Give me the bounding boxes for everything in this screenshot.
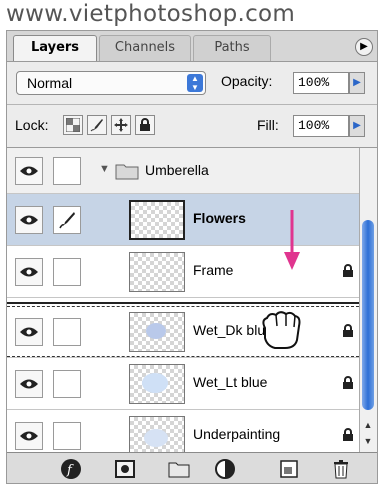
lock-transparent-button[interactable]	[63, 115, 83, 135]
adjustment-layer-icon	[215, 459, 235, 479]
drag-direction-arrow-icon	[284, 210, 300, 270]
opacity-label: Opacity:	[221, 73, 273, 89]
drag-outline-bottom	[7, 356, 359, 357]
layer-style-icon: f	[61, 459, 81, 479]
eye-icon	[20, 267, 38, 277]
lock-row: Lock: Fill: 100% ▶	[7, 105, 377, 148]
visibility-toggle[interactable]	[15, 422, 43, 450]
new-group-button[interactable]	[165, 457, 193, 481]
padlock-icon	[343, 376, 353, 389]
layer-style-button[interactable]: f	[57, 457, 85, 481]
folder-icon	[115, 164, 139, 180]
blend-row: Normal ▲ ▼ Opacity: 100% ▶	[7, 62, 377, 105]
select-arrows-icon: ▲ ▼	[187, 74, 203, 92]
move-icon	[114, 118, 128, 132]
padlock-icon	[343, 324, 353, 337]
new-layer-icon	[280, 460, 298, 478]
lock-image-button[interactable]	[87, 115, 107, 135]
layer-thumbnail	[129, 416, 185, 452]
grab-hand-cursor-icon	[262, 311, 301, 349]
drag-outline-top	[7, 306, 359, 307]
trash-icon	[334, 460, 348, 479]
layer-thumbnail	[129, 200, 185, 240]
eye-icon	[20, 379, 38, 389]
layers-scrollbar[interactable]: ▲ ▼	[359, 148, 377, 452]
thumbnail-paint	[142, 373, 168, 393]
layer-name: Umberella	[145, 162, 209, 178]
link-cell[interactable]	[53, 318, 81, 346]
tab-bar: Layers Channels Paths ▶	[7, 31, 377, 62]
layer-thumbnail	[129, 364, 185, 404]
mask-icon	[115, 460, 135, 478]
eye-icon	[20, 431, 38, 441]
link-cell[interactable]	[53, 258, 81, 286]
delete-layer-button[interactable]	[327, 457, 355, 481]
layer-group-umberella[interactable]: ▼ Umberella	[7, 148, 359, 194]
layer-name: Flowers	[193, 210, 246, 226]
checker-transparency-icon	[65, 117, 81, 133]
drop-insertion-line	[7, 302, 359, 304]
blend-mode-value: Normal	[27, 75, 73, 91]
visibility-toggle[interactable]	[15, 206, 43, 234]
eye-icon	[20, 166, 38, 176]
panel-menu-button[interactable]: ▶	[355, 38, 373, 56]
lock-position-button[interactable]	[111, 115, 131, 135]
thumbnail-paint	[146, 323, 166, 339]
panel-menu-icon: ▶	[360, 41, 368, 52]
layer-flowers[interactable]: Flowers	[7, 194, 359, 246]
layer-name: Underpainting	[193, 426, 281, 442]
opacity-slider-button[interactable]: ▶	[349, 72, 365, 94]
thumbnail-paint	[144, 429, 168, 447]
link-cell[interactable]	[53, 422, 81, 450]
visibility-toggle[interactable]	[15, 370, 43, 398]
layer-name: Frame	[193, 262, 234, 278]
scroll-down-arrow-icon[interactable]: ▼	[362, 434, 374, 448]
padlock-icon	[343, 428, 353, 441]
layers-panel: Layers Channels Paths ▶ Normal ▲ ▼ Opacit…	[6, 30, 378, 484]
scroll-up-arrow-icon[interactable]: ▲	[362, 418, 374, 432]
brush-icon	[59, 212, 75, 229]
new-layer-button[interactable]	[275, 457, 303, 481]
new-group-icon	[168, 462, 190, 478]
watermark: www.vietphotoshop.com	[6, 1, 296, 27]
panel-bottom-toolbar: f	[7, 452, 377, 483]
layer-frame[interactable]: Frame	[7, 246, 359, 298]
visibility-toggle[interactable]	[15, 157, 43, 185]
lock-label: Lock:	[15, 117, 49, 133]
expand-triangle-icon[interactable]: ▼	[99, 163, 110, 175]
layer-list: ▼ Umberella Flowers Frame Wet_Dk blue We…	[7, 148, 359, 452]
fill-field[interactable]: 100%	[293, 115, 349, 137]
opacity-field[interactable]: 100%	[293, 72, 349, 94]
lock-all-button[interactable]	[135, 115, 155, 135]
tab-layers[interactable]: Layers	[13, 35, 97, 61]
fill-label: Fill:	[257, 117, 279, 133]
adjustment-layer-button[interactable]	[211, 457, 239, 481]
layer-thumbnail	[129, 252, 185, 292]
layer-brush-indicator[interactable]	[53, 206, 81, 234]
link-cell[interactable]	[53, 370, 81, 398]
blend-mode-select[interactable]: Normal ▲ ▼	[16, 71, 206, 95]
add-mask-button[interactable]	[111, 457, 139, 481]
scrollbar-thumb[interactable]	[362, 220, 374, 410]
eye-icon	[20, 215, 38, 225]
layer-name: Wet_Lt blue	[193, 374, 268, 390]
padlock-icon	[140, 118, 150, 131]
visibility-toggle[interactable]	[15, 318, 43, 346]
tab-paths[interactable]: Paths	[193, 35, 271, 61]
layer-thumbnail	[129, 312, 185, 352]
visibility-toggle[interactable]	[15, 258, 43, 286]
eye-icon	[20, 327, 38, 337]
brush-icon	[90, 119, 103, 132]
link-cell[interactable]	[53, 157, 81, 185]
tab-channels[interactable]: Channels	[99, 35, 191, 61]
fill-slider-button[interactable]: ▶	[349, 115, 365, 137]
layer-underpainting[interactable]: Underpainting	[7, 410, 359, 452]
layer-wet-lt-blue[interactable]: Wet_Lt blue	[7, 358, 359, 410]
padlock-icon	[343, 264, 353, 277]
